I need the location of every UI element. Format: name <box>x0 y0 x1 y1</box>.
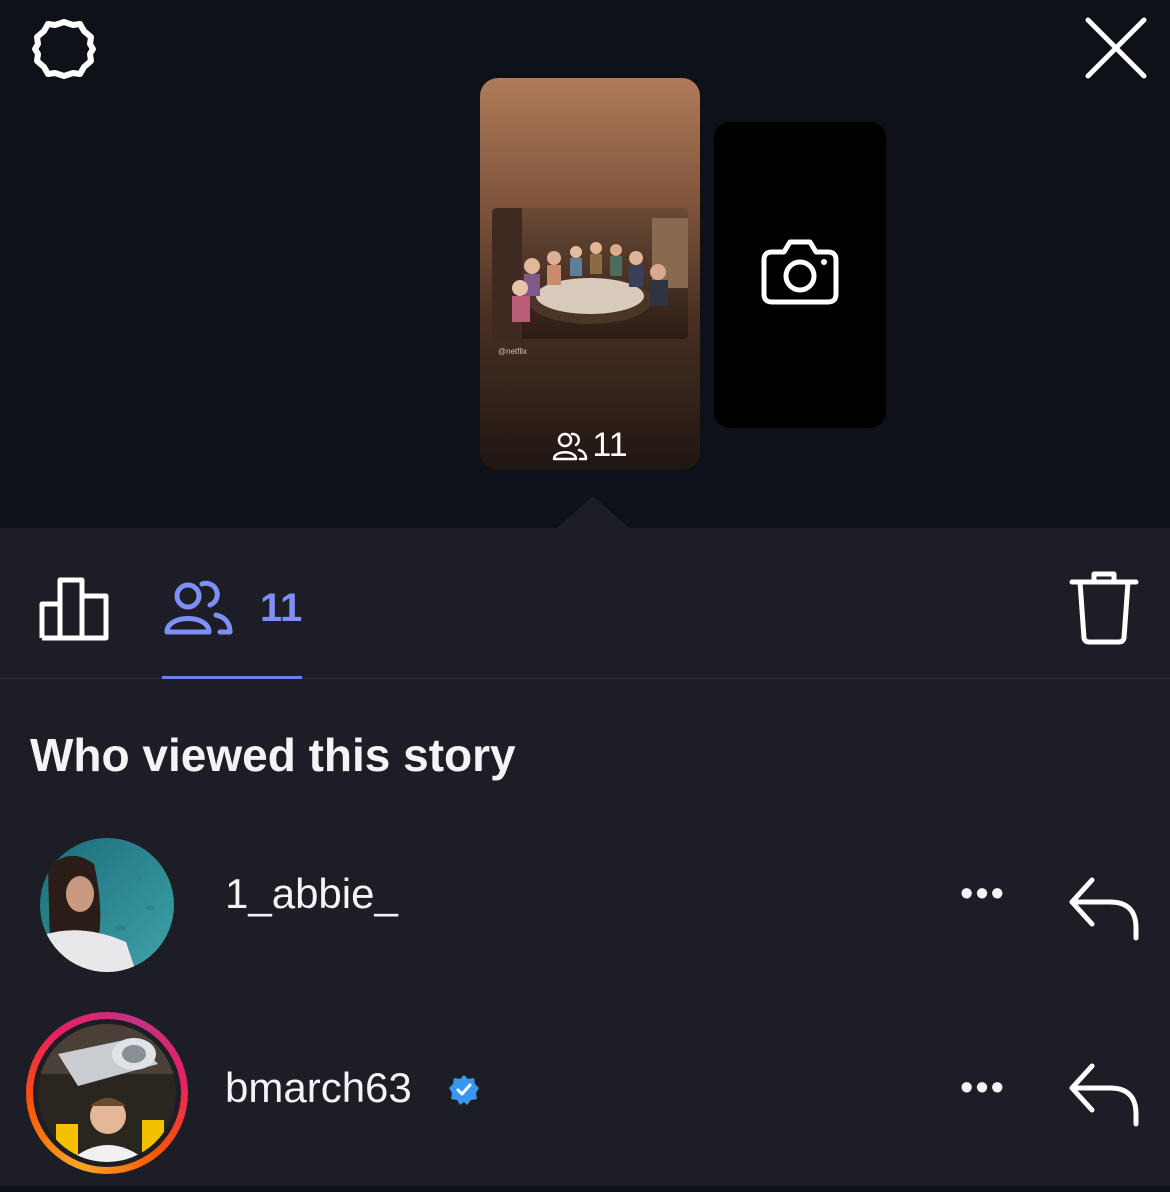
viewers-heading: Who viewed this story <box>30 729 516 781</box>
viewer-username[interactable]: bmarch63 <box>225 1064 412 1112</box>
people-icon <box>553 432 588 460</box>
bar-chart-icon <box>39 577 109 641</box>
viewer-row: bmarch63 ••• <box>0 1012 1170 1192</box>
camera-icon <box>761 239 839 305</box>
avatar[interactable] <box>40 838 174 972</box>
active-tab-indicator <box>162 676 302 679</box>
settings-button[interactable] <box>24 14 104 84</box>
story-credit: @netflix <box>498 347 528 356</box>
story-photo <box>492 208 688 339</box>
viewers-sheet: 11 Who viewed this story 1_abbie_ ••• bm… <box>0 528 1170 1186</box>
settings-gear-icon <box>32 19 96 79</box>
story-ring[interactable] <box>26 1012 188 1174</box>
reply-button[interactable] <box>1064 872 1144 942</box>
tab-bar: 11 <box>0 528 1170 679</box>
story-view-count[interactable]: 11 <box>480 426 700 465</box>
close-button[interactable] <box>1078 10 1154 86</box>
close-x-icon <box>1085 17 1147 79</box>
story-preview-area: @netflix 11 <box>0 0 1170 529</box>
reply-arrow-icon <box>1069 877 1139 941</box>
more-options-button[interactable]: ••• <box>955 1069 1011 1118</box>
delete-story-button[interactable] <box>1066 568 1142 648</box>
viewers-count: 11 <box>260 586 303 630</box>
reply-button[interactable] <box>1064 1058 1144 1128</box>
story-thumbnail[interactable]: @netflix 11 <box>480 78 700 470</box>
tab-viewers[interactable]: 11 <box>160 568 302 678</box>
viewer-row: 1_abbie_ ••• <box>0 828 1170 1008</box>
selection-pointer <box>556 496 630 529</box>
tab-insights[interactable] <box>36 568 116 644</box>
trash-icon <box>1069 571 1139 645</box>
reply-arrow-icon <box>1069 1063 1139 1127</box>
story-view-count-value: 11 <box>592 426 628 464</box>
people-icon <box>164 580 233 635</box>
verified-badge-icon <box>449 1075 479 1105</box>
add-story-card[interactable] <box>714 122 886 428</box>
avatar[interactable] <box>38 1024 176 1162</box>
viewer-username[interactable]: 1_abbie_ <box>225 870 398 918</box>
more-options-button[interactable]: ••• <box>955 875 1011 924</box>
